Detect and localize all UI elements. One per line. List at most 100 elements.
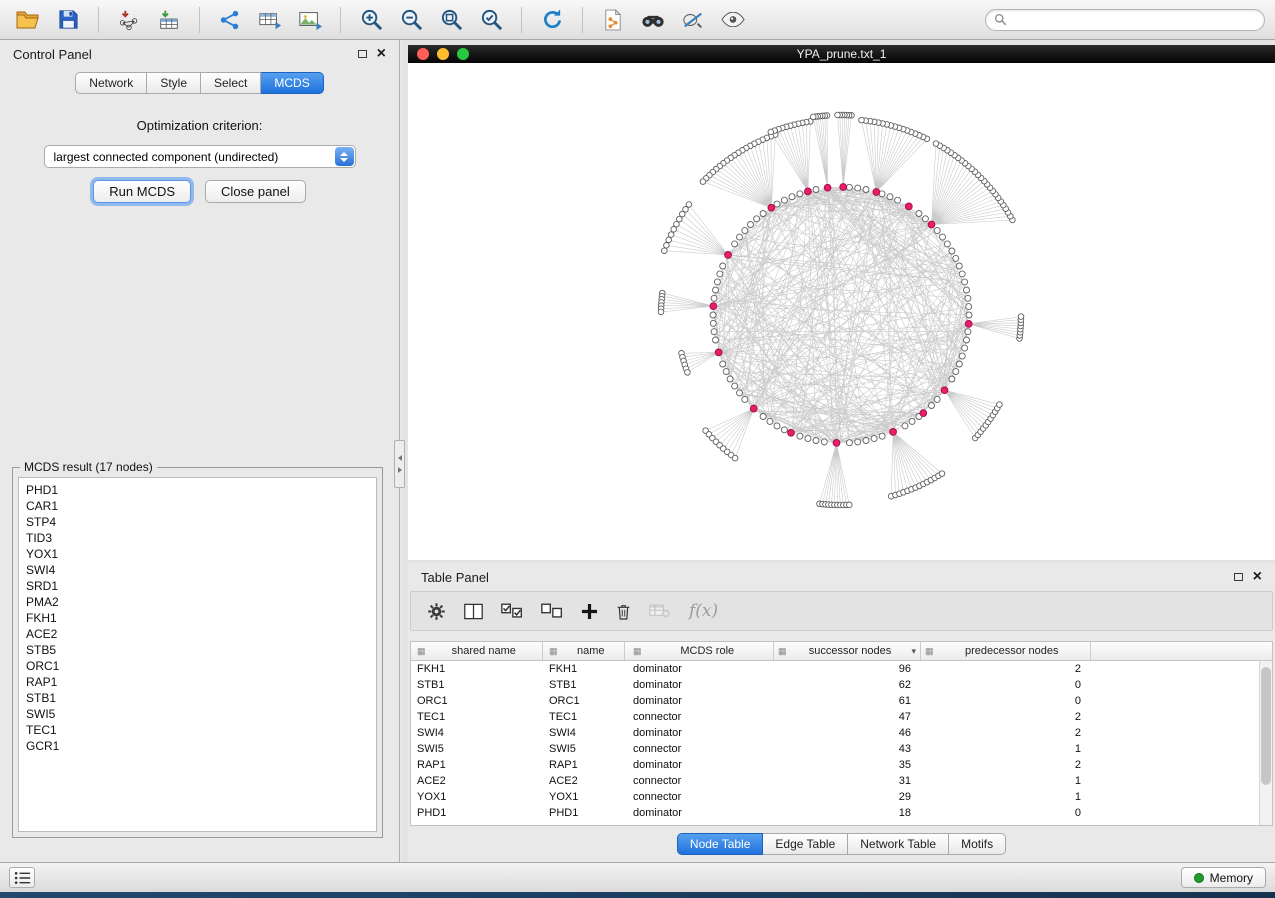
toggle-graphics-details-button[interactable] bbox=[675, 5, 711, 35]
mcds-result-item[interactable]: RAP1 bbox=[26, 674, 369, 690]
table-row[interactable]: ORC1ORC1dominator610 bbox=[411, 693, 1272, 709]
table-cell[interactable]: SWI4 bbox=[543, 727, 625, 739]
table-cell[interactable]: 0 bbox=[921, 807, 1091, 819]
splitter-handle[interactable] bbox=[394, 440, 405, 488]
tab-select[interactable]: Select bbox=[201, 72, 261, 94]
network-graph[interactable] bbox=[408, 63, 1275, 560]
mcds-result-item[interactable]: FKH1 bbox=[26, 610, 369, 626]
table-cell[interactable]: dominator bbox=[625, 727, 774, 739]
create-column-button[interactable] bbox=[581, 603, 598, 620]
zoom-selected-button[interactable] bbox=[473, 5, 509, 35]
toggle-columns-button[interactable] bbox=[464, 603, 483, 620]
run-mcds-button[interactable]: Run MCDS bbox=[93, 180, 191, 203]
table-cell[interactable]: YOX1 bbox=[411, 791, 543, 803]
search-box[interactable] bbox=[985, 9, 1265, 31]
table-cell[interactable]: RAP1 bbox=[411, 759, 543, 771]
open-session-button[interactable] bbox=[10, 5, 46, 35]
table-cell[interactable]: connector bbox=[625, 711, 774, 723]
table-row[interactable]: ACE2ACE2connector311 bbox=[411, 773, 1272, 789]
column-header-predecessor-nodes[interactable]: ▦predecessor nodes bbox=[921, 642, 1091, 660]
table-cell[interactable]: FKH1 bbox=[543, 663, 625, 675]
table-float-icon[interactable] bbox=[1234, 573, 1243, 581]
share-document-button[interactable] bbox=[595, 5, 631, 35]
table-cell[interactable]: ORC1 bbox=[543, 695, 625, 707]
scrollbar-thumb[interactable] bbox=[1261, 667, 1271, 785]
table-cell[interactable]: 31 bbox=[774, 775, 921, 787]
close-window-button[interactable] bbox=[417, 48, 429, 60]
table-cell[interactable]: TEC1 bbox=[543, 711, 625, 723]
table-cell[interactable]: YOX1 bbox=[543, 791, 625, 803]
close-panel-button[interactable]: Close panel bbox=[205, 180, 306, 203]
table-cell[interactable]: ACE2 bbox=[411, 775, 543, 787]
mcds-result-list[interactable]: PHD1CAR1STP4TID3YOX1SWI4SRD1PMA2FKH1ACE2… bbox=[18, 477, 377, 832]
table-cell[interactable]: STB1 bbox=[543, 679, 625, 691]
column-header-successor-nodes[interactable]: ▦successor nodes▾ bbox=[774, 642, 921, 660]
table-cell[interactable]: dominator bbox=[625, 679, 774, 691]
table-cell[interactable]: dominator bbox=[625, 759, 774, 771]
delete-table-button[interactable] bbox=[649, 603, 671, 619]
column-header-shared-name[interactable]: ▦shared name bbox=[411, 642, 543, 660]
deselect-all-button[interactable] bbox=[541, 603, 563, 619]
column-header-MCDS-role[interactable]: ▦MCDS role bbox=[625, 642, 774, 660]
table-cell[interactable]: 2 bbox=[921, 663, 1091, 675]
table-row[interactable]: FKH1FKH1dominator962 bbox=[411, 661, 1272, 677]
table-row[interactable]: SWI4SWI4dominator462 bbox=[411, 725, 1272, 741]
table-cell[interactable]: FKH1 bbox=[411, 663, 543, 675]
criterion-dropdown[interactable]: largest connected component (undirected) bbox=[44, 145, 356, 168]
table-cell[interactable]: 1 bbox=[921, 775, 1091, 787]
table-cell[interactable]: connector bbox=[625, 743, 774, 755]
tab-mcds[interactable]: MCDS bbox=[261, 72, 323, 94]
tab-edge-table[interactable]: Edge Table bbox=[763, 833, 848, 855]
mcds-result-item[interactable]: STB5 bbox=[26, 642, 369, 658]
table-cell[interactable]: 0 bbox=[921, 695, 1091, 707]
table-cell[interactable]: SWI4 bbox=[411, 727, 543, 739]
mcds-result-item[interactable]: PHD1 bbox=[26, 482, 369, 498]
table-cell[interactable]: 35 bbox=[774, 759, 921, 771]
import-network-button[interactable] bbox=[111, 5, 147, 35]
show-hide-button[interactable] bbox=[715, 5, 751, 35]
table-options-button[interactable] bbox=[427, 602, 446, 621]
tab-network-table[interactable]: Network Table bbox=[848, 833, 949, 855]
table-scrollbar[interactable] bbox=[1259, 661, 1272, 825]
tab-node-table[interactable]: Node Table bbox=[677, 833, 764, 855]
table-row[interactable]: PHD1PHD1dominator180 bbox=[411, 805, 1272, 821]
table-cell[interactable]: connector bbox=[625, 775, 774, 787]
table-cell[interactable]: PHD1 bbox=[543, 807, 625, 819]
table-cell[interactable]: connector bbox=[625, 791, 774, 803]
table-cell[interactable]: 96 bbox=[774, 663, 921, 675]
table-cell[interactable]: dominator bbox=[625, 807, 774, 819]
table-row[interactable]: TEC1TEC1connector472 bbox=[411, 709, 1272, 725]
column-header-name[interactable]: ▦name bbox=[543, 642, 625, 660]
close-panel-icon[interactable]: × bbox=[377, 46, 386, 62]
export-network-button[interactable] bbox=[212, 5, 248, 35]
save-session-button[interactable] bbox=[50, 5, 86, 35]
function-builder-button[interactable]: f(x) bbox=[689, 601, 718, 621]
table-cell[interactable]: 0 bbox=[921, 679, 1091, 691]
table-row[interactable]: SWI5SWI5connector431 bbox=[411, 741, 1272, 757]
table-cell[interactable]: ORC1 bbox=[411, 695, 543, 707]
mcds-result-item[interactable]: SWI4 bbox=[26, 562, 369, 578]
mcds-result-item[interactable]: GCR1 bbox=[26, 738, 369, 754]
tab-style[interactable]: Style bbox=[147, 72, 201, 94]
table-cell[interactable]: 1 bbox=[921, 791, 1091, 803]
table-row[interactable]: STB1STB1dominator620 bbox=[411, 677, 1272, 693]
table-row[interactable]: RAP1RAP1dominator352 bbox=[411, 757, 1272, 773]
mcds-result-item[interactable]: TID3 bbox=[26, 530, 369, 546]
network-canvas[interactable] bbox=[408, 63, 1275, 560]
table-cell[interactable]: SWI5 bbox=[411, 743, 543, 755]
mcds-result-item[interactable]: CAR1 bbox=[26, 498, 369, 514]
refresh-view-button[interactable] bbox=[534, 5, 570, 35]
zoom-out-button[interactable] bbox=[393, 5, 429, 35]
binoculars-search-button[interactable] bbox=[635, 5, 671, 35]
table-cell[interactable]: 18 bbox=[774, 807, 921, 819]
table-cell[interactable]: ACE2 bbox=[543, 775, 625, 787]
mcds-result-item[interactable]: ACE2 bbox=[26, 626, 369, 642]
table-close-icon[interactable]: × bbox=[1253, 569, 1262, 585]
table-cell[interactable]: SWI5 bbox=[543, 743, 625, 755]
export-image-button[interactable] bbox=[292, 5, 328, 35]
memory-button[interactable]: Memory bbox=[1181, 867, 1266, 888]
float-panel-icon[interactable] bbox=[358, 50, 367, 58]
mcds-result-item[interactable]: PMA2 bbox=[26, 594, 369, 610]
table-cell[interactable]: 1 bbox=[921, 743, 1091, 755]
table-cell[interactable]: dominator bbox=[625, 695, 774, 707]
